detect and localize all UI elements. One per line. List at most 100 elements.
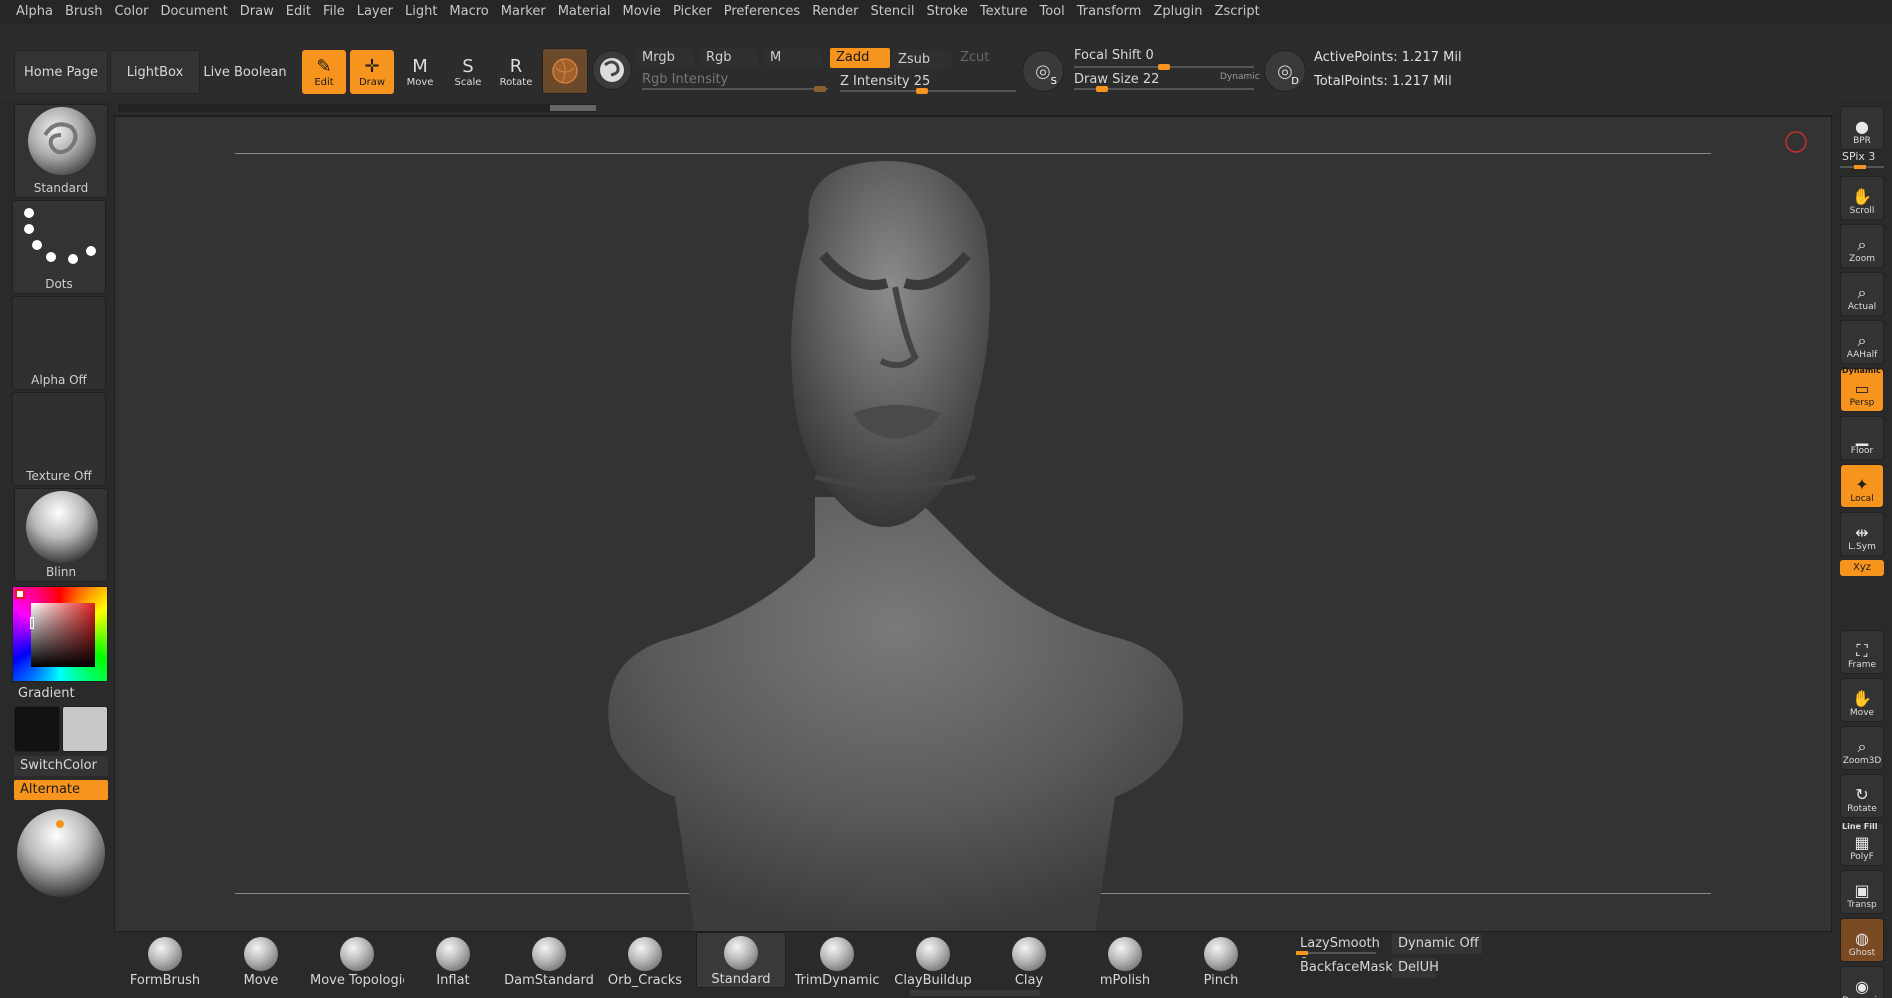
tool-scale-button[interactable]: S Scale [446,50,490,94]
menu-light[interactable]: Light [399,0,443,24]
alternate-button[interactable]: Alternate [14,780,108,800]
rgb-toggle[interactable]: Rgb [700,48,758,68]
zadd-toggle[interactable]: Zadd [830,48,890,68]
menu-stroke[interactable]: Stroke [920,0,973,24]
brush-clay[interactable]: Clay [984,932,1074,988]
view-dynamic-button[interactable]: ◉Dynamic [1840,966,1884,998]
focal-shift-slider[interactable] [1074,64,1254,70]
view-ghost-button[interactable]: ◍ Ghost [1840,918,1884,962]
tool-edit-button[interactable]: ✎ Edit [302,50,346,94]
brush-mpolish[interactable]: mPolish [1080,932,1170,988]
draw-size-slider[interactable] [1074,86,1254,92]
document-canvas[interactable] [114,116,1832,932]
brush-formbrush[interactable]: FormBrush [120,932,210,988]
tool-draw-button[interactable]: ✛ Draw [350,50,394,94]
tray-scrollbar[interactable] [118,104,596,112]
menu-macro[interactable]: Macro [443,0,494,24]
mrgb-toggle[interactable]: Mrgb [636,48,694,68]
menu-tool[interactable]: Tool [1033,0,1070,24]
lazysmooth-track[interactable] [1296,951,1376,955]
view-aahalf-button[interactable]: ⌕ AAHalf [1840,320,1884,364]
secondary-color-swatch[interactable] [62,706,108,752]
menu-transform[interactable]: Transform [1071,0,1148,24]
menu-stencil[interactable]: Stencil [864,0,920,24]
deluh-button[interactable]: DelUH [1392,958,1439,978]
alpha-thumbnail[interactable]: Alpha Off [12,296,106,390]
menu-alpha[interactable]: Alpha [10,0,59,24]
zsub-toggle[interactable]: Zsub [892,50,952,70]
target-s-icon: ◎ [1035,60,1051,82]
view-zoom3d-button[interactable]: ⌕ Zoom3D [1840,726,1884,770]
view-scroll-button[interactable]: ✋ Scroll [1840,176,1884,220]
live-boolean-button[interactable]: Live Boolean [202,50,288,94]
view-lsym-button[interactable]: ⇹ L.Sym [1840,512,1884,556]
menu-marker[interactable]: Marker [495,0,552,24]
view-floor-button[interactable]: ▁ Floor [1840,416,1884,460]
d-brush-icon-button[interactable]: ◎ D [1264,50,1306,92]
menu-brush[interactable]: Brush [59,0,109,24]
menu-draw[interactable]: Draw [234,0,280,24]
tray-scrollbar-thumb[interactable] [550,105,596,111]
primary-color-swatch[interactable] [14,706,60,752]
xyz-symmetry-toggle[interactable]: Xyz [1840,560,1884,576]
zcut-toggle[interactable]: Zcut [954,48,1014,68]
brush-move[interactable]: Move [216,932,306,988]
spix-slider[interactable] [1840,165,1884,169]
m-toggle[interactable]: M [764,48,822,68]
brush-trimdynamic[interactable]: TrimDynamic [792,932,882,988]
menu-zplugin[interactable]: Zplugin [1147,0,1208,24]
material-thumbnail[interactable]: Blinn [14,488,108,582]
gradient-label[interactable]: Gradient [18,686,75,701]
view-actual-button[interactable]: ⌕ Actual [1840,272,1884,316]
shelf-expand-handle[interactable] [910,990,1040,996]
saturation-value-square[interactable] [31,603,95,667]
brush-damstandard[interactable]: DamStandard [504,932,594,988]
lightbox-button[interactable]: LightBox [110,50,200,94]
brush-orb-cracks[interactable]: Orb_Cracks [600,932,690,988]
z-intensity-slider[interactable] [840,88,1016,94]
navigation-sphere[interactable] [14,806,108,900]
brush-claybuildup[interactable]: ClayBuildup [888,932,978,988]
tool-rotate-button[interactable]: R Rotate [494,50,538,94]
backface-mask-button[interactable]: BackfaceMask [1294,958,1393,978]
menu-layer[interactable]: Layer [351,0,399,24]
menu-preferences[interactable]: Preferences [718,0,806,24]
menu-movie[interactable]: Movie [617,0,667,24]
menu-document[interactable]: Document [154,0,233,24]
menu-render[interactable]: Render [806,0,864,24]
brush-standard[interactable]: Standard [696,932,786,988]
tool-move-button[interactable]: M Move [398,50,442,94]
dynamic-label[interactable]: Dynamic [1220,72,1260,82]
view-rotate-button[interactable]: ↻ Rotate [1840,774,1884,818]
color-picker[interactable] [12,586,108,682]
color-cursor[interactable] [30,617,34,629]
view-zoom-button[interactable]: ⌕ Zoom [1840,224,1884,268]
menu-texture[interactable]: Texture [974,0,1034,24]
brush-pinch[interactable]: Pinch [1176,932,1266,988]
brush-inflat[interactable]: Inflat [408,932,498,988]
sculpt-bust-model[interactable] [115,117,1832,932]
view-transp-button[interactable]: ▣ Transp [1840,870,1884,914]
color-sphere-button[interactable] [592,50,632,90]
dynamic-off-button[interactable]: Dynamic Off [1392,934,1482,954]
menu-picker[interactable]: Picker [667,0,718,24]
stroke-thumbnail[interactable]: Dots [12,200,106,294]
rgb-intensity-slider[interactable] [642,86,828,92]
view-move-button[interactable]: ✋ Move [1840,678,1884,722]
view-frame-button[interactable]: ⛶ Frame [1840,630,1884,674]
spix-label[interactable]: SPix 3 [1842,150,1875,163]
brush-move-topologica[interactable]: Move Topologica [310,932,404,988]
material-sphere-button[interactable] [542,48,588,94]
menu-zscript[interactable]: Zscript [1209,0,1266,24]
view-bpr-button[interactable]: ● BPR [1840,106,1884,150]
menu-file[interactable]: File [317,0,351,24]
menu-color[interactable]: Color [108,0,154,24]
view-local-button[interactable]: ✦ Local [1840,464,1884,508]
s-brush-icon-button[interactable]: ◎ S [1022,50,1064,92]
texture-thumbnail[interactable]: Texture Off [12,392,106,486]
menu-edit[interactable]: Edit [280,0,317,24]
home-page-button[interactable]: Home Page [14,50,108,94]
switch-color-button[interactable]: SwitchColor [14,756,108,776]
menu-material[interactable]: Material [552,0,617,24]
brush-thumbnail[interactable]: Standard [14,104,108,198]
